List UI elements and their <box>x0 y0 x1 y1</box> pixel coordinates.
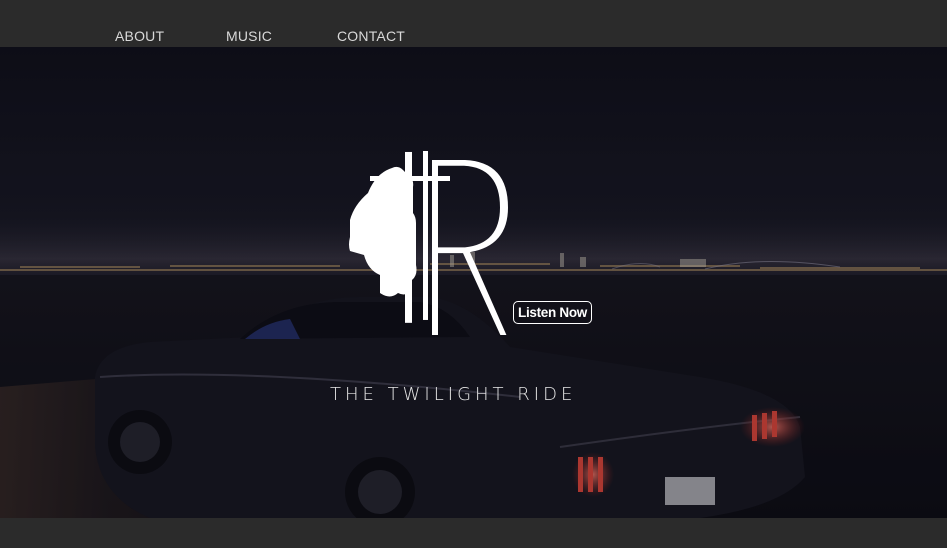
page: ABOUT MUSIC CONTACT THE TWILIGHT RIDE Li… <box>0 0 947 548</box>
footer-bar <box>0 518 947 548</box>
top-navbar: ABOUT MUSIC CONTACT <box>0 0 947 47</box>
nav-link-contact[interactable]: CONTACT <box>337 28 405 44</box>
nav-link-about[interactable]: ABOUT <box>115 28 164 44</box>
brand-logo <box>349 151 508 335</box>
listen-now-button[interactable]: Listen Now <box>513 301 593 324</box>
brand-tagline: THE TWILIGHT RIDE <box>330 384 577 405</box>
nav-link-music[interactable]: MUSIC <box>226 28 272 44</box>
